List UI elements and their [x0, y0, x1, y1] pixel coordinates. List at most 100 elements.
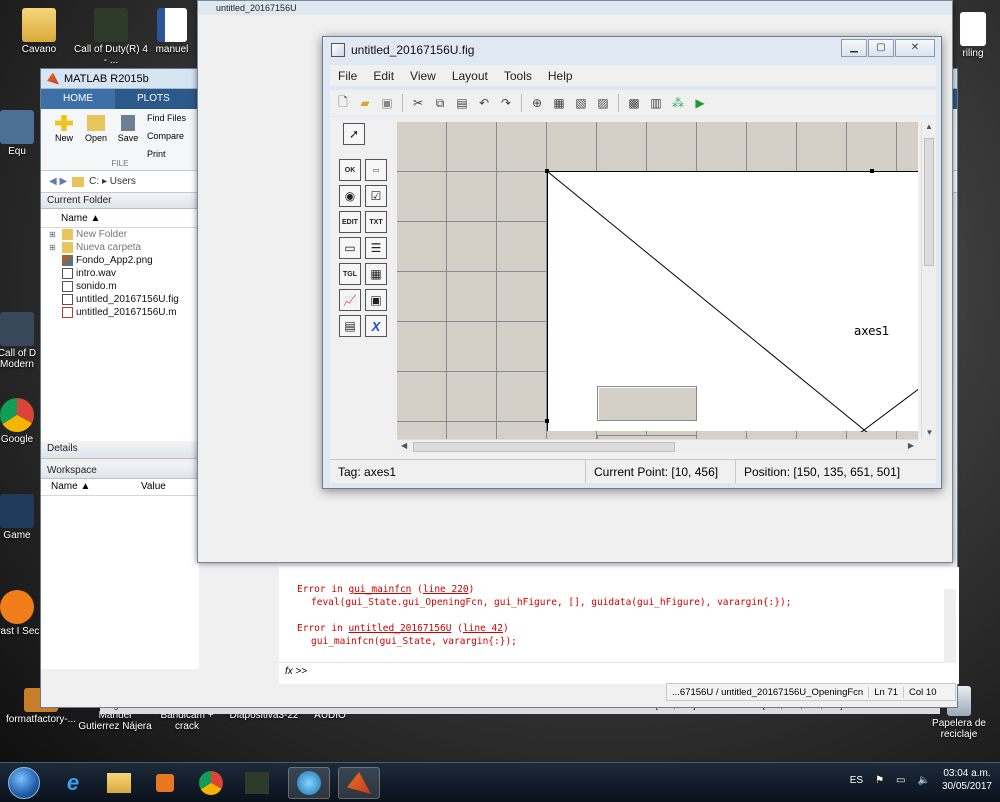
select-tool-button[interactable]: ➚: [343, 123, 365, 145]
copy-icon[interactable]: ⧉: [431, 94, 449, 112]
tab-order-icon[interactable]: ▧: [572, 94, 590, 112]
scroll-down-icon[interactable]: ▼: [922, 428, 937, 437]
clock[interactable]: 03:04 a.m. 30/05/2017: [942, 767, 992, 793]
scroll-left-icon[interactable]: ◀: [401, 441, 407, 450]
new-file-icon[interactable]: 🗋: [334, 94, 352, 112]
list-item[interactable]: intro.wav: [41, 267, 199, 280]
network-icon[interactable]: ▭: [896, 775, 905, 786]
open-button[interactable]: Open: [81, 115, 111, 143]
workspace-value-column[interactable]: Value: [141, 481, 166, 493]
run-icon[interactable]: ▶: [691, 94, 709, 112]
menu-help[interactable]: Help: [540, 69, 581, 83]
back-icon[interactable]: ◀ ▶: [49, 176, 67, 187]
error-function-link[interactable]: untitled_20167156U: [348, 623, 451, 634]
close-button[interactable]: ✕: [895, 39, 935, 57]
popup-menu-tool[interactable]: ▭: [339, 237, 361, 259]
toggle-tool[interactable]: TGL: [339, 263, 361, 285]
taskbar-chrome[interactable]: [190, 767, 232, 799]
maximize-button[interactable]: ▢: [868, 39, 894, 57]
compare-button[interactable]: Compare: [147, 131, 184, 141]
cut-icon[interactable]: ✂: [409, 94, 427, 112]
error-line-link[interactable]: line 42: [463, 623, 503, 634]
taskbar-explorer[interactable]: [98, 767, 140, 799]
selection-handle[interactable]: [545, 169, 549, 173]
list-item[interactable]: sonido.m: [41, 280, 199, 293]
paste-icon[interactable]: ▤: [453, 94, 471, 112]
tab-plots[interactable]: PLOTS: [115, 89, 192, 109]
list-item[interactable]: ⊞ Nueva carpeta: [41, 241, 199, 254]
find-files-button[interactable]: Find Files: [147, 113, 186, 123]
desktop-icon-call-of-duty[interactable]: Call of Duty(R) 4 - ...: [74, 8, 148, 66]
object-browser-icon[interactable]: ⁂: [669, 94, 687, 112]
language-indicator[interactable]: ES: [850, 775, 863, 786]
volume-icon[interactable]: 🔈: [917, 775, 929, 786]
fx-icon[interactable]: fx: [285, 666, 293, 677]
panel-tool[interactable]: ▣: [365, 289, 387, 311]
error-function-link[interactable]: gui_mainfcn: [348, 584, 411, 595]
undo-icon[interactable]: ↶: [475, 94, 493, 112]
menu-editor-icon[interactable]: ▦: [550, 94, 568, 112]
name-column-header[interactable]: Name ▲: [41, 211, 199, 228]
pushbutton-component[interactable]: [597, 386, 697, 421]
pushbutton-tool[interactable]: OK: [339, 159, 361, 181]
list-item[interactable]: ⊞ New Folder: [41, 228, 199, 241]
taskbar-media[interactable]: [144, 767, 186, 799]
menu-tools[interactable]: Tools: [496, 69, 540, 83]
tab-home[interactable]: HOME: [41, 89, 115, 109]
vertical-scrollbar[interactable]: ▲ ▼: [921, 122, 936, 439]
menu-view[interactable]: View: [402, 69, 444, 83]
horizontal-scrollbar[interactable]: ◀ ▶: [397, 439, 918, 454]
open-folder-icon[interactable]: ▰: [356, 94, 374, 112]
details-panel-title[interactable]: Details: [41, 441, 199, 459]
error-line-link[interactable]: line 220: [423, 584, 469, 595]
menu-layout[interactable]: Layout: [444, 69, 496, 83]
guide-titlebar[interactable]: untitled_20167156U: [198, 1, 952, 15]
save-icon[interactable]: ▣: [378, 94, 396, 112]
taskbar-game[interactable]: [236, 767, 278, 799]
command-scrollbar[interactable]: [944, 589, 956, 663]
desktop-icon-cavano[interactable]: Cavano: [2, 8, 76, 55]
selection-handle[interactable]: [545, 419, 549, 423]
taskbar-clock-app[interactable]: [288, 767, 330, 799]
table-tool[interactable]: ▦: [365, 263, 387, 285]
taskbar-ie[interactable]: e: [52, 767, 94, 799]
axes-tool[interactable]: 📈: [339, 289, 361, 311]
align-icon[interactable]: ⊕: [528, 94, 546, 112]
print-button[interactable]: Print: [147, 149, 166, 159]
expand-icon[interactable]: ⊞: [49, 230, 59, 239]
command-prompt[interactable]: fx >>: [279, 662, 944, 682]
desktop-icon-manuel[interactable]: manuel: [146, 8, 198, 55]
list-item[interactable]: Fondo_App2.png: [41, 254, 199, 267]
scroll-thumb[interactable]: [413, 442, 675, 452]
scroll-thumb[interactable]: [924, 138, 934, 266]
expand-icon[interactable]: ⊞: [49, 243, 59, 252]
flag-icon[interactable]: ⚑: [875, 775, 884, 786]
start-button[interactable]: [8, 767, 40, 799]
static-text-tool[interactable]: TXT: [365, 211, 387, 233]
editor-icon[interactable]: ▩: [625, 94, 643, 112]
redo-icon[interactable]: ↷: [497, 94, 515, 112]
radio-tool[interactable]: ◉: [339, 185, 361, 207]
workspace-name-column[interactable]: Name ▲: [51, 481, 141, 493]
edit-text-tool[interactable]: EDIT: [339, 211, 361, 233]
menu-file[interactable]: File: [330, 69, 365, 83]
fig-window[interactable]: untitled_20167156U.fig ▁ ▢ ✕ File Edit V…: [322, 36, 942, 489]
list-item[interactable]: untitled_20167156U.fig: [41, 293, 199, 306]
selection-handle[interactable]: [870, 169, 874, 173]
toolbar-editor-icon[interactable]: ▨: [594, 94, 612, 112]
slider-tool[interactable]: ▭: [365, 159, 387, 181]
list-item[interactable]: untitled_20167156U.m: [41, 306, 199, 319]
activex-tool[interactable]: X: [365, 315, 387, 337]
checkbox-tool[interactable]: ☑: [365, 185, 387, 207]
minimize-button[interactable]: ▁: [841, 39, 867, 57]
listbox-tool[interactable]: ☰: [365, 237, 387, 259]
new-button[interactable]: New: [49, 115, 79, 143]
scroll-right-icon[interactable]: ▶: [908, 441, 914, 450]
menu-edit[interactable]: Edit: [365, 69, 402, 83]
scroll-up-icon[interactable]: ▲: [922, 122, 936, 131]
button-group-tool[interactable]: ▤: [339, 315, 361, 337]
layout-canvas[interactable]: axes1: [397, 122, 918, 439]
property-inspector-icon[interactable]: ▥: [647, 94, 665, 112]
taskbar-matlab[interactable]: [338, 767, 380, 799]
desktop-icon-riling[interactable]: riling: [948, 12, 998, 59]
